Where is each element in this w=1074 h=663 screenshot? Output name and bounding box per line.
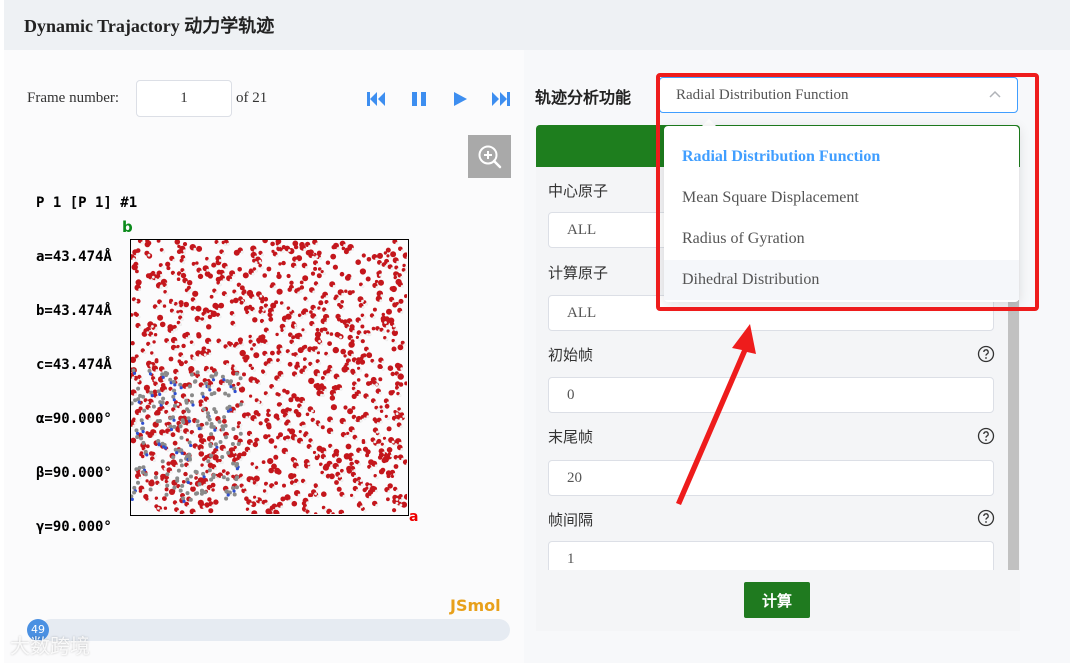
atom-cloud xyxy=(131,240,407,514)
page-title: Dynamic Trajactory 动力学轨迹 xyxy=(24,16,275,36)
skip-back-icon[interactable] xyxy=(365,88,387,110)
unit-cell-line: γ=90.000° xyxy=(36,519,112,535)
molecular-viewer-canvas[interactable] xyxy=(130,239,409,516)
unit-cell-line: α=90.000° xyxy=(36,411,112,427)
help-icon[interactable] xyxy=(977,345,995,363)
annotation-highlight-box xyxy=(656,73,1039,311)
frame-total-label: of 21 xyxy=(236,90,268,106)
unit-cell-line: P 1 [P 1] #1 xyxy=(36,195,138,211)
frame-number-input[interactable] xyxy=(136,80,232,117)
jsmol-logo: JSmol xyxy=(450,596,501,615)
frame-number-label: Frame number: xyxy=(27,90,120,106)
annotation-arrow xyxy=(676,324,756,505)
frame-interval-label: 帧间隔 xyxy=(548,511,594,529)
play-icon[interactable] xyxy=(449,88,471,110)
axis-b-label: b xyxy=(122,218,133,236)
pause-icon[interactable] xyxy=(408,88,430,110)
analysis-function-label: 轨迹分析功能 xyxy=(535,88,632,107)
center-atom-label: 中心原子 xyxy=(548,182,609,200)
axis-a-label: a xyxy=(409,509,419,525)
page-header: Dynamic Trajactory 动力学轨迹 xyxy=(4,0,1070,50)
start-frame-label: 初始帧 xyxy=(548,346,594,364)
frame-interval-input[interactable]: 1 xyxy=(548,541,994,570)
zoom-in-icon xyxy=(478,145,502,169)
unit-cell-line: β=90.000° xyxy=(36,465,112,481)
zoom-in-button[interactable] xyxy=(468,135,511,178)
unit-cell-line: b=43.474Å xyxy=(36,303,112,319)
calculate-button[interactable]: 计算 xyxy=(744,582,810,618)
end-frame-input[interactable]: 20 xyxy=(548,460,994,496)
skip-forward-icon[interactable] xyxy=(490,88,512,110)
end-frame-label: 末尾帧 xyxy=(548,428,594,446)
start-frame-input[interactable]: 0 xyxy=(548,377,994,413)
form-vertical-scrollbar[interactable] xyxy=(1008,290,1019,570)
calc-atom-label: 计算原子 xyxy=(548,264,609,282)
unit-cell-line: a=43.474Å xyxy=(36,249,112,265)
help-icon[interactable] xyxy=(977,427,995,445)
help-icon[interactable] xyxy=(977,509,995,527)
unit-cell-line: c=43.474Å xyxy=(36,357,112,373)
horizontal-scrollbar[interactable] xyxy=(40,619,510,641)
watermark: 大数跨境 xyxy=(10,634,90,658)
